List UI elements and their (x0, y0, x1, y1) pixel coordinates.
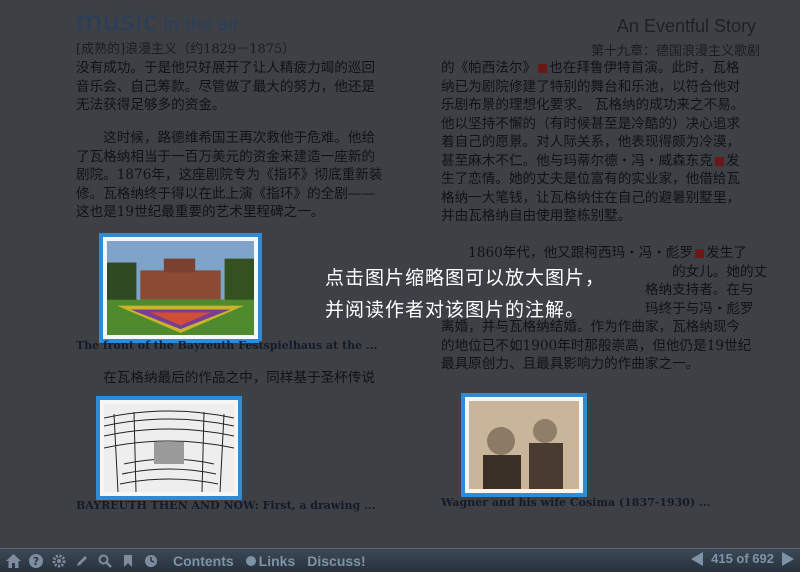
bayreuth-drawing-image (104, 404, 234, 492)
right-paragraph-1b: 也在拜鲁伊特首演。此时，瓦格 纳已为剧院修建了特别的舞台和乐池，以符合他对 乐剧… (441, 60, 745, 169)
page-indicator: 415 of 692 (711, 551, 774, 566)
svg-text:?: ? (33, 555, 39, 568)
bookmark-icon[interactable] (118, 551, 138, 571)
book-page: music in the air An Eventful Story [成熟的]… (0, 0, 800, 548)
chapter-subtitle: 第十九章：德国浪漫主义歌剧 (590, 44, 760, 59)
gear-icon[interactable] (49, 551, 69, 571)
brand-small: in the air (163, 15, 240, 35)
links-check-icon[interactable] (245, 555, 256, 566)
left-paragraph-3: 在瓦格纳最后的作品之中，同样基于圣杯传说 (76, 370, 376, 386)
audio-link-icon[interactable] (714, 156, 724, 166)
left-paragraph-2: 这时候，路德维希国王再次救他于危难。他给 了瓦格纳相当于一百万美元的资金来建造一… (76, 130, 383, 220)
links-link[interactable]: Links (259, 553, 296, 569)
period-subtitle: [成熟的]浪漫主义（约1829－1875） (76, 42, 296, 57)
wagner-cosima-image (469, 401, 579, 489)
story-title: An Eventful Story (616, 16, 756, 36)
contents-link[interactable]: Contents (173, 553, 234, 569)
left-paragraph-1: 没有成功。于是他只好展开了让人精疲力竭的巡回 音乐会、自己筹款。尽管做了最大的努… (76, 60, 376, 113)
thumbnail-wagner-cosima[interactable] (461, 393, 587, 497)
tutorial-hint: 点击图片缩略图可以放大图片， 并阅读作者对该图片的注解。 (325, 267, 606, 321)
brand-logo: music in the air (76, 6, 240, 37)
thumbnail-bayreuth-drawing[interactable] (96, 396, 242, 500)
thumbnail-caption[interactable]: Wagner and his wife Cosima (1837-1930) .… (441, 496, 710, 509)
previous-page-arrow-icon[interactable] (691, 551, 704, 566)
festspielhaus-image (107, 241, 254, 335)
thumbnail-festspielhaus[interactable] (99, 233, 262, 343)
audio-link-icon[interactable] (695, 249, 705, 258)
home-icon[interactable] (3, 551, 23, 571)
brand-big: music (76, 6, 159, 37)
next-page-arrow-icon[interactable] (782, 551, 794, 566)
thumbnail-caption[interactable]: BAYREUTH THEN AND NOW: First, a drawing … (76, 499, 376, 512)
right-paragraph-1a: 的《帕西法尔》 (441, 60, 537, 76)
thumbnail-caption[interactable]: The front of the Bayreuth Festspielhaus … (76, 339, 377, 352)
bottom-toolbar: ? Contents Links Discuss! 415 of 692 (0, 548, 800, 572)
help-icon[interactable]: ? (26, 551, 46, 571)
clock-icon[interactable] (141, 551, 161, 571)
pencil-icon[interactable] (72, 551, 92, 571)
audio-link-icon[interactable] (538, 64, 548, 73)
search-icon[interactable] (95, 551, 115, 571)
page-navigation: 415 of 692 (691, 551, 794, 566)
discuss-link[interactable]: Discuss! (307, 553, 365, 569)
right-paragraph-2a: 1860年代，他又跟柯西玛・冯・彪罗 (441, 245, 694, 261)
right-paragraph-1: 的《帕西法尔》 也在拜鲁伊特首演。此时，瓦格 纳已为剧院修建了特别的舞台和乐池，以… (441, 59, 744, 226)
